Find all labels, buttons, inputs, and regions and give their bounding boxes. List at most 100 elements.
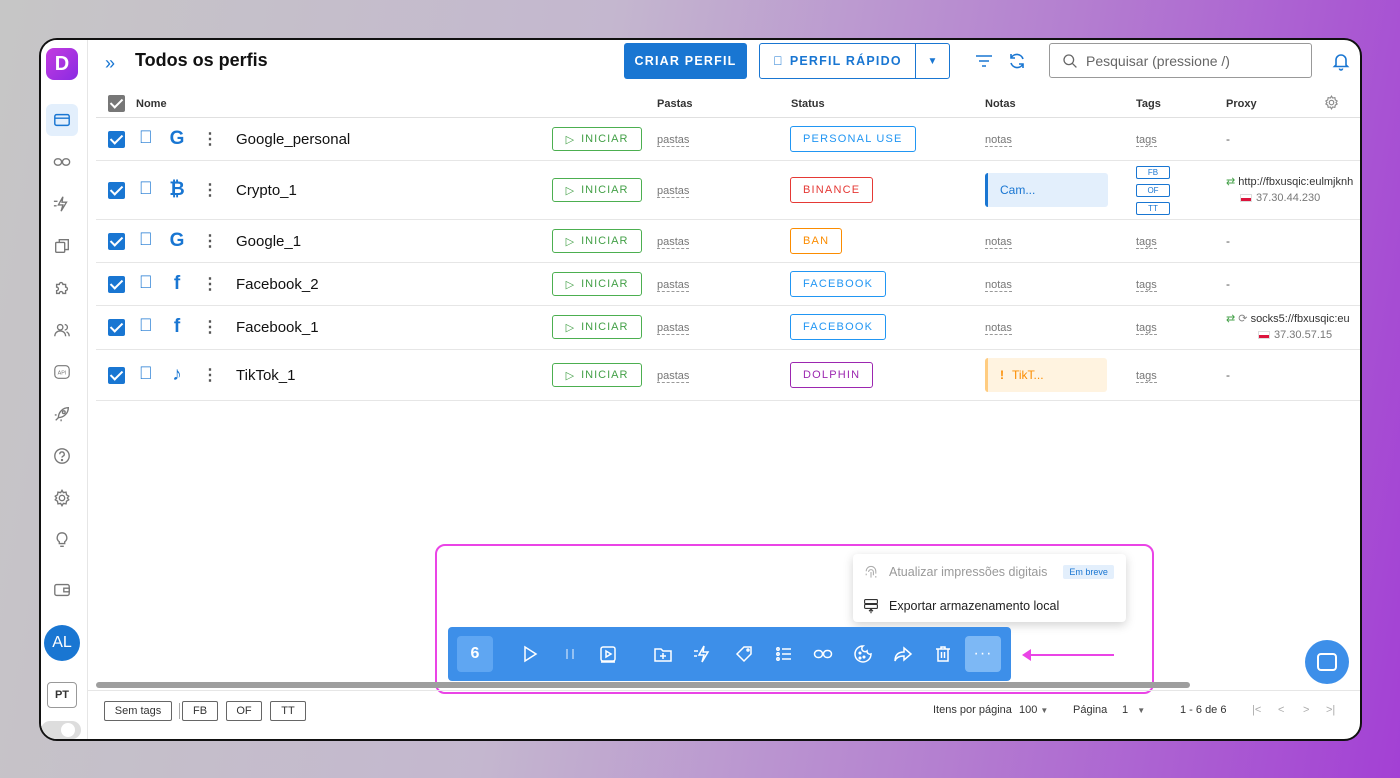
tags-field[interactable]: tags xyxy=(1136,322,1157,335)
avatar[interactable]: AL xyxy=(44,625,80,661)
last-page-icon[interactable]: >| xyxy=(1326,704,1335,716)
profile-name[interactable]: Facebook_1 xyxy=(236,319,319,336)
column-tags[interactable]: Tags xyxy=(1136,98,1161,110)
profile-name[interactable]: Google_1 xyxy=(236,233,301,250)
profile-name[interactable]: Facebook_2 xyxy=(236,276,319,293)
create-profile-button[interactable]: CRIAR PERFIL xyxy=(624,43,747,79)
row-menu-icon[interactable]: ⋮ xyxy=(202,317,218,337)
table-row[interactable]:  f ⋮ Facebook_1 ▷INICIAR pastas FACEBOO… xyxy=(96,306,1360,350)
profiles-icon[interactable] xyxy=(46,104,78,136)
row-checkbox[interactable] xyxy=(108,319,125,336)
row-checkbox[interactable] xyxy=(108,367,125,384)
column-folders[interactable]: Pastas xyxy=(657,98,692,110)
column-settings-icon[interactable] xyxy=(1324,95,1339,110)
items-per-page-select[interactable]: 100 ▼ xyxy=(1019,704,1048,716)
link-icon[interactable] xyxy=(811,642,835,666)
api-icon[interactable]: API xyxy=(46,356,78,388)
more-actions-button[interactable]: ··· xyxy=(965,636,1001,672)
link-icon[interactable] xyxy=(46,146,78,178)
search-input[interactable]: Pesquisar (pressione /) xyxy=(1049,43,1312,78)
automation-icon[interactable] xyxy=(691,642,715,666)
status-badge[interactable]: DOLPHIN xyxy=(790,362,874,388)
expand-sidebar-icon[interactable]: » xyxy=(105,53,115,74)
app-logo[interactable]: D xyxy=(46,48,78,80)
tags-field[interactable]: tags xyxy=(1136,279,1157,292)
status-badge[interactable]: BAN xyxy=(790,228,843,254)
folders-field[interactable]: pastas xyxy=(657,236,690,249)
users-icon[interactable] xyxy=(46,314,78,346)
tag-chip[interactable]: FB xyxy=(1136,166,1170,179)
row-menu-icon[interactable]: ⋮ xyxy=(202,180,218,200)
column-status[interactable]: Status xyxy=(791,98,825,110)
settings-icon[interactable] xyxy=(46,482,78,514)
refresh-icon[interactable] xyxy=(1006,50,1028,72)
folders-field[interactable]: pastas xyxy=(657,370,690,383)
note-chip[interactable]: Cam... xyxy=(985,173,1108,207)
start-button[interactable]: ▷ INICIAR xyxy=(552,315,642,339)
folders-field[interactable]: pastas xyxy=(657,322,690,335)
proxy-cell[interactable]: ⇄ ⟳ socks5://fbxusqic:eu 37.30.57.15 xyxy=(1226,312,1350,341)
folders-field[interactable]: pastas xyxy=(657,185,690,198)
profile-name[interactable]: TikTok_1 xyxy=(236,367,295,384)
start-button[interactable]: ▷ INICIAR xyxy=(552,127,642,151)
row-checkbox[interactable] xyxy=(108,233,125,250)
profile-name[interactable]: Crypto_1 xyxy=(236,182,297,199)
tag-filter-of[interactable]: OF xyxy=(226,701,262,721)
status-badge[interactable]: BINANCE xyxy=(790,177,874,203)
row-menu-icon[interactable]: ⋮ xyxy=(202,274,218,294)
rocket-icon[interactable] xyxy=(46,398,78,430)
table-row[interactable]:  ₿ ⋮ Crypto_1 ▷INICIAR pastas BINANCE C… xyxy=(96,161,1360,220)
share-icon[interactable] xyxy=(891,642,915,666)
tag-chip[interactable]: TT xyxy=(1136,202,1170,215)
column-notes[interactable]: Notas xyxy=(985,98,1016,110)
horizontal-scrollbar[interactable] xyxy=(96,682,1190,688)
column-name[interactable]: Nome xyxy=(136,98,167,110)
proxy-cell[interactable]: ⇄ http://fbxusqic:eulmjknh 37.30.44.230 xyxy=(1226,175,1353,204)
start-button[interactable]: ▷ INICIAR xyxy=(552,363,642,387)
table-row[interactable]:  G ⋮ Google_1 ▷INICIAR pastas BAN notas… xyxy=(96,220,1360,263)
pause-icon[interactable] xyxy=(558,642,582,666)
add-folder-icon[interactable] xyxy=(651,642,675,666)
tag-filter-no-tags[interactable]: Sem tags xyxy=(104,701,172,721)
notes-field[interactable]: notas xyxy=(985,322,1012,335)
help-icon[interactable] xyxy=(46,440,78,472)
export-local-storage-item[interactable]: Exportar armazenamento local xyxy=(863,598,1059,614)
start-button[interactable]: ▷ INICIAR xyxy=(552,272,642,296)
folders-field[interactable]: pastas xyxy=(657,134,690,147)
tag-filter-fb[interactable]: FB xyxy=(182,701,218,721)
quick-profile-button[interactable]:  PERFIL RÁPIDO xyxy=(759,43,916,79)
status-badge[interactable]: PERSONAL USE xyxy=(790,126,916,152)
status-badge[interactable]: FACEBOOK xyxy=(790,314,887,340)
automation-icon[interactable] xyxy=(46,188,78,220)
tag-icon[interactable] xyxy=(732,642,756,666)
tag-chip[interactable]: OF xyxy=(1136,184,1170,197)
row-menu-icon[interactable]: ⋮ xyxy=(202,129,218,149)
row-menu-icon[interactable]: ⋮ xyxy=(202,231,218,251)
media-icon[interactable] xyxy=(596,642,620,666)
status-badge[interactable]: FACEBOOK xyxy=(790,271,887,297)
row-checkbox[interactable] xyxy=(108,182,125,199)
chat-icon[interactable] xyxy=(1305,640,1349,684)
copy-icon[interactable] xyxy=(46,230,78,262)
tags-field[interactable]: tags xyxy=(1136,134,1157,147)
select-all-checkbox[interactable] xyxy=(108,95,125,112)
table-row[interactable]:  ♪ ⋮ TikTok_1 ▷INICIAR pastas DOLPHIN !… xyxy=(96,350,1360,401)
notes-field[interactable]: notas xyxy=(985,279,1012,292)
first-page-icon[interactable]: |< xyxy=(1252,704,1261,716)
list-icon[interactable] xyxy=(772,642,796,666)
tag-filter-tt[interactable]: TT xyxy=(270,701,306,721)
theme-toggle[interactable] xyxy=(41,721,81,739)
previous-page-icon[interactable]: < xyxy=(1278,704,1284,716)
language-switch[interactable]: PT xyxy=(47,682,77,708)
page-select[interactable]: 1 ▼ xyxy=(1122,704,1145,716)
next-page-icon[interactable]: > xyxy=(1303,704,1309,716)
table-row[interactable]:  f ⋮ Facebook_2 ▷INICIAR pastas FACEBOO… xyxy=(96,263,1360,306)
play-icon[interactable] xyxy=(518,642,542,666)
tags-field[interactable]: tags xyxy=(1136,236,1157,249)
profile-name[interactable]: Google_personal xyxy=(236,131,350,148)
cookie-icon[interactable] xyxy=(851,642,875,666)
table-row[interactable]:  G ⋮ Google_personal ▷INICIAR pastas PE… xyxy=(96,118,1360,161)
row-menu-icon[interactable]: ⋮ xyxy=(202,365,218,385)
column-proxy[interactable]: Proxy xyxy=(1226,98,1257,110)
wallet-icon[interactable] xyxy=(46,574,78,606)
